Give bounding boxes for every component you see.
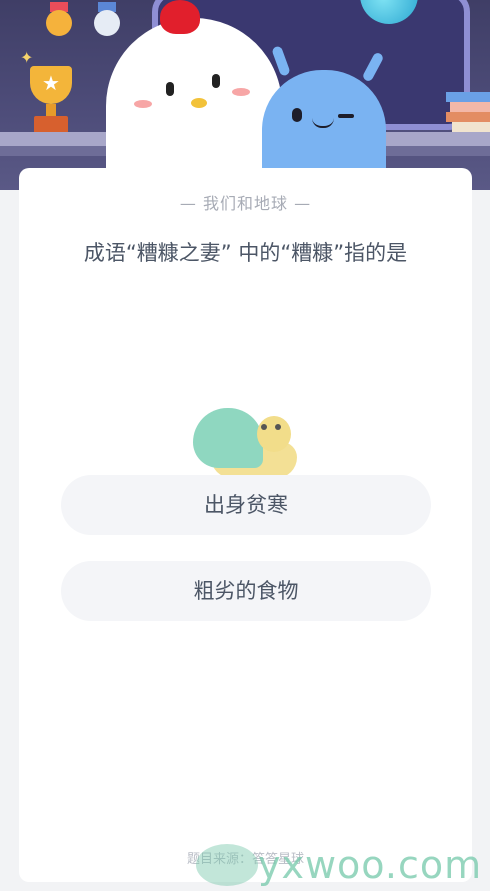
chicken-eye [166,82,174,96]
category-tag: — 我们和地球 — [179,194,312,213]
alien-wink [338,114,354,118]
quiz-card: — 我们和地球 — 成语“糟糠之妻” 中的“糟糠”指的是 出身贫寒 粗劣的食物 … [19,168,472,882]
watermark-logo-icon [196,844,258,886]
chicken-cheek [134,100,152,108]
question-text: 成语“糟糠之妻” 中的“糟糠”指的是 [83,241,408,265]
alien-eye [292,108,302,122]
header-banner: ✦ ★ [0,0,490,190]
watermark-text: yxwoo.com [258,843,483,887]
option-button-1[interactable]: 出身贫寒 [61,475,431,535]
medal-icon [92,2,122,38]
chicken-cheek [232,88,250,96]
site-watermark: yxwoo.com [196,840,490,890]
chicken-eye [212,74,220,88]
snail-mascot-icon [193,404,297,482]
sparkle-icon: ✦ [20,48,34,67]
option-button-2[interactable]: 粗劣的食物 [61,561,431,621]
books-icon [446,92,490,132]
trophy-icon: ★ [22,66,80,136]
chicken-comb [160,0,200,34]
medal-icon [44,2,74,38]
chicken-beak [191,98,207,108]
